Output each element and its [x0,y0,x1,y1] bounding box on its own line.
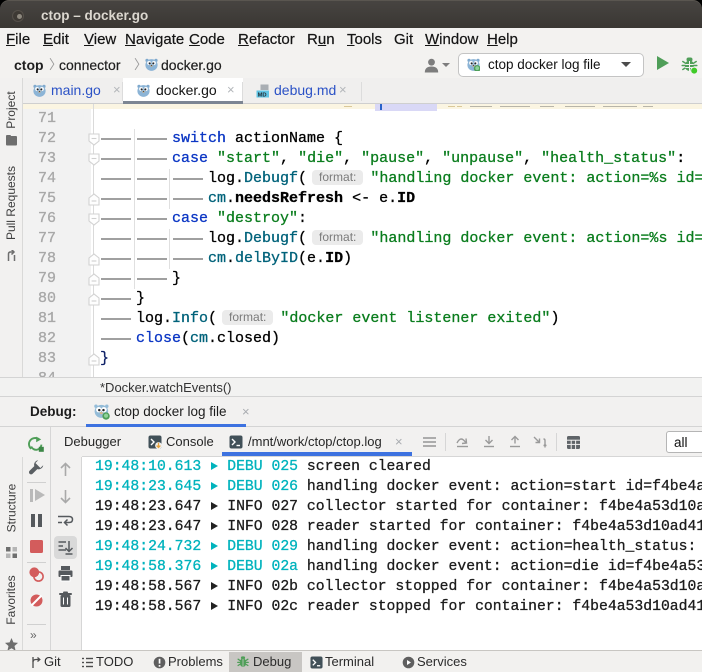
svg-text:MD: MD [258,92,267,98]
